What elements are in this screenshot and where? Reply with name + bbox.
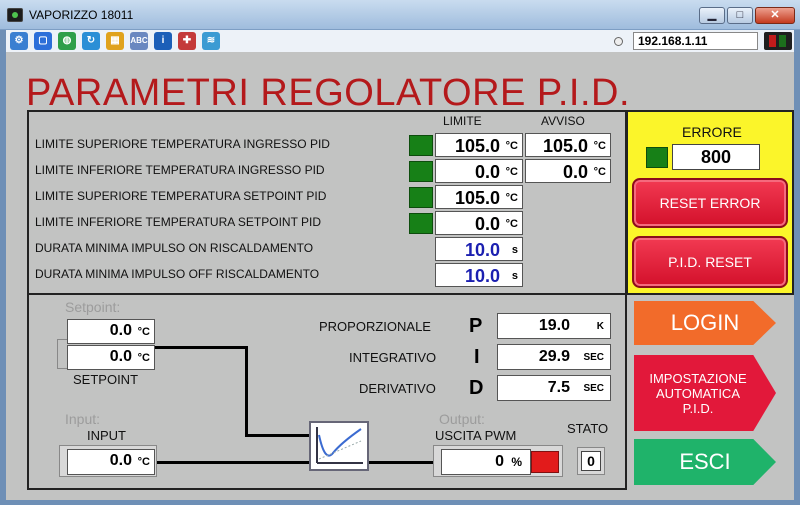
header-limit: LIMITE [443, 114, 482, 128]
row-label: DURATA MINIMA IMPULSO ON RISCALDAMENTO [35, 241, 314, 255]
header-warning: AVVISO [541, 114, 585, 128]
term-label-d: DERIVATIVO [359, 381, 436, 396]
auto-line-1: IMPOSTAZIONE [649, 370, 747, 386]
window-title: VAPORIZZO 18011 [29, 8, 134, 22]
output-ghost-label: Output: [439, 411, 485, 427]
toolbar: ⚙ ▢ ◍ ↻ ▦ ABC i ✚ ≋ 192.168.1.11 [6, 30, 794, 52]
error-panel: ERRORE 800 RESET ERROR P.I.D. RESET [626, 110, 794, 295]
reset-error-button[interactable]: RESET ERROR [632, 178, 788, 228]
limit-indicator [409, 161, 433, 182]
limit-value-field[interactable]: 0.0 °C [435, 211, 523, 235]
refresh-icon[interactable]: ↻ [82, 32, 100, 50]
title-bar: VAPORIZZO 18011 ▁ □ ✕ [0, 0, 800, 30]
limit-value-field[interactable]: 10.0 s [435, 237, 523, 261]
limit-value-field[interactable]: 0.0 °C [435, 159, 523, 183]
setpoint-label: SETPOINT [73, 372, 139, 387]
input-wire [155, 461, 309, 464]
minimize-button[interactable]: ▁ [699, 7, 725, 24]
client-area: PARAMETRI REGOLATORE P.I.D. LIMITE AVVIS… [6, 52, 794, 500]
globe-icon[interactable]: ◍ [58, 32, 76, 50]
row-label: LIMITE SUPERIORE TEMPERATURA SETPOINT PI… [35, 189, 327, 203]
setpoint-wire [245, 434, 309, 437]
input-ghost-label: Input: [65, 411, 101, 427]
proportional-value-field[interactable]: 19.0 K [497, 313, 611, 339]
pid-reset-button[interactable]: P.I.D. RESET [632, 236, 788, 288]
error-label: ERRORE [682, 124, 742, 140]
row-label: LIMITE SUPERIORE TEMPERATURA INGRESSO PI… [35, 137, 330, 151]
derivative-value-field[interactable]: 7.5 SEC [497, 375, 611, 401]
login-button[interactable]: LOGIN [634, 301, 776, 345]
tools-icon[interactable]: ✚ [178, 32, 196, 50]
input-value-field: 0.0 °C [67, 449, 155, 475]
output-value-field: 0 % [441, 449, 531, 475]
maximize-button[interactable]: □ [727, 7, 753, 24]
connection-indicator [614, 37, 623, 46]
close-button[interactable]: ✕ [755, 7, 795, 24]
row-label: LIMITE INFERIORE TEMPERATURA SETPOINT PI… [35, 215, 322, 229]
limit-value-field[interactable]: 105.0 °C [435, 185, 523, 209]
setpoint-wire [245, 346, 248, 437]
warning-value-field[interactable]: 105.0 °C [525, 133, 611, 157]
term-letter-i: I [474, 346, 480, 368]
limit-indicator [409, 187, 433, 208]
auto-tune-pid-button[interactable]: IMPOSTAZIONE AUTOMATICA P.I.D. [634, 355, 776, 431]
setpoint-bracket [57, 339, 67, 369]
limits-panel: LIMITE AVVISO LIMITE SUPERIORE TEMPERATU… [27, 110, 627, 295]
windows-icon[interactable]: ▦ [106, 32, 124, 50]
info-icon[interactable]: i [154, 32, 172, 50]
spell-icon[interactable]: ABC [130, 32, 148, 50]
state-label: STATO [567, 421, 609, 436]
limit-value-field[interactable]: 105.0 °C [435, 133, 523, 157]
auto-line-2: AUTOMATICA [655, 385, 740, 401]
pid-panel: Setpoint: 0.0 °C 0.0 °C SETPOINT Input: IN… [27, 293, 627, 490]
state-value: 0 [581, 451, 601, 471]
exit-button[interactable]: ESCI [634, 439, 776, 485]
setpoint-ghost-label: Setpoint: [65, 299, 121, 315]
limit-indicator [409, 213, 433, 234]
term-label-i: INTEGRATIVO [349, 350, 437, 365]
pid-graph-icon[interactable] [309, 421, 369, 471]
term-letter-p: P [469, 315, 483, 337]
warning-value-field[interactable]: 0.0 °C [525, 159, 611, 183]
input-label: INPUT [87, 428, 126, 443]
row-label: DURATA MINIMA IMPULSO OFF RISCALDAMENTO [35, 267, 320, 281]
auto-line-3: P.I.D. [682, 400, 714, 416]
setpoint-value-field[interactable]: 0.0 °C [67, 319, 155, 344]
term-label-p: PROPORZIONALE [319, 319, 431, 334]
signal-icon[interactable]: ≋ [202, 32, 220, 50]
error-indicator [646, 147, 668, 168]
term-letter-d: D [469, 377, 484, 399]
output-alarm-indicator [531, 451, 559, 473]
output-wire [369, 461, 441, 464]
ip-address-field[interactable]: 192.168.1.11 [633, 32, 758, 50]
integrative-value-field[interactable]: 29.9 SEC [497, 344, 611, 370]
setpoint-wire [155, 346, 247, 349]
page-title: PARAMETRI REGOLATORE P.I.D. [26, 72, 631, 114]
limit-value-field[interactable]: 10.0 s [435, 263, 523, 287]
app-eye-icon [7, 8, 23, 22]
limit-indicator [409, 135, 433, 156]
network-icon[interactable]: ⚙ [10, 32, 28, 50]
output-label: USCITA PWM [435, 428, 517, 443]
setpoint-actual-field: 0.0 °C [67, 345, 155, 370]
window-icon[interactable]: ▢ [34, 32, 52, 50]
row-label: LIMITE INFERIORE TEMPERATURA INGRESSO PI… [35, 163, 325, 177]
status-lights-icon [764, 32, 792, 50]
error-value: 800 [672, 144, 760, 170]
